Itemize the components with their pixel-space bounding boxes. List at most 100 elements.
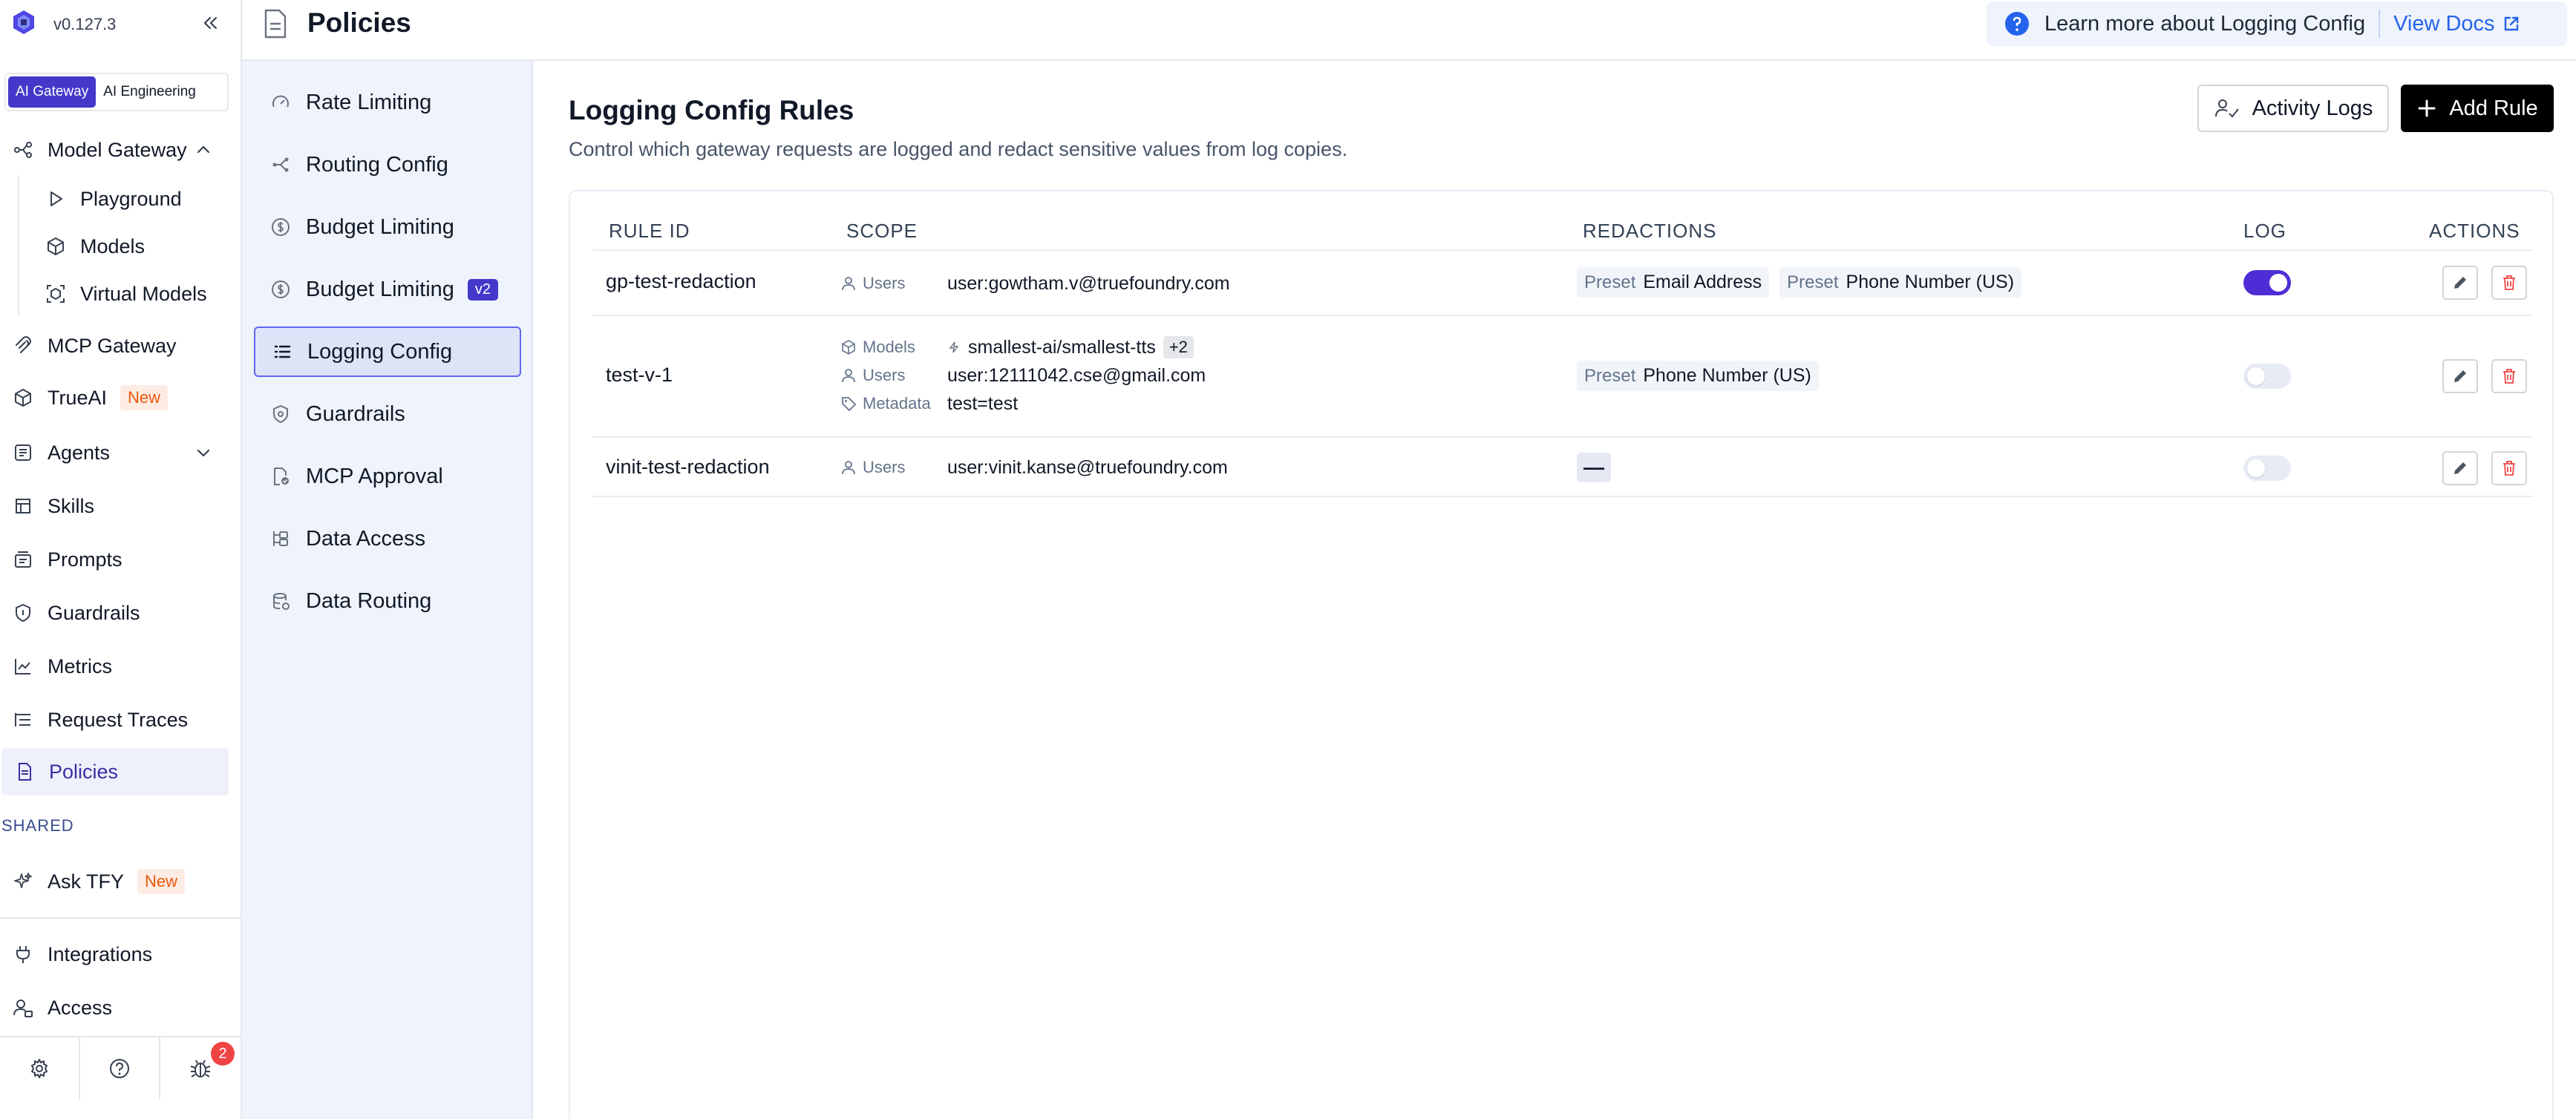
plus-icon (2418, 99, 2436, 117)
log-toggle[interactable] (2243, 364, 2291, 389)
sidebar-item-agents[interactable]: Agents (0, 429, 230, 476)
sidebar-item-ask-tfy[interactable]: Ask TFY New (0, 858, 230, 905)
log-toggle[interactable] (2243, 456, 2291, 481)
sidebar-item-policies[interactable]: Policies (1, 748, 229, 795)
collapse-sidebar-icon[interactable] (199, 12, 221, 34)
help-banner: Learn more about Logging Config View Doc… (1987, 1, 2567, 46)
delete-rule-button[interactable] (2491, 451, 2527, 485)
speedometer-icon (272, 95, 289, 108)
section-title: Logging Config Rules (569, 95, 854, 125)
subnav-item-mcp-approval[interactable]: MCP Approval (254, 451, 521, 502)
traces-icon (15, 713, 30, 726)
more-models-badge[interactable]: +2 (1163, 336, 1194, 358)
add-rule-button[interactable]: Add Rule (2401, 85, 2554, 132)
scope-value: smallest-ai/smallest-tts +2 (947, 336, 1194, 358)
segment-ai-engineering[interactable]: AI Engineering (96, 76, 203, 108)
view-docs-link[interactable]: View Docs (2393, 12, 2521, 36)
help-button[interactable] (80, 1037, 160, 1100)
file-check-icon (274, 467, 289, 485)
sidebar-item-label: Model Gateway (48, 138, 187, 161)
shield-icon (16, 603, 30, 623)
subnav-item-label: Data Routing (306, 588, 432, 613)
chevron-down-icon[interactable] (193, 442, 214, 463)
data-access-icon (273, 531, 288, 546)
sidebar-item-label: TrueAI (48, 386, 108, 409)
table-row[interactable]: test-v-1 Models smallest-ai/smallest-tts… (592, 315, 2533, 436)
sidebar-item-playground[interactable]: Playground (33, 175, 230, 223)
redaction-value: Phone Number (US) (1643, 365, 1811, 386)
subnav-item-label: Routing Config (306, 152, 448, 177)
sidebar-item-label: Guardrails (48, 601, 140, 624)
sidebar-item-label: Virtual Models (80, 282, 207, 305)
activity-logs-button[interactable]: Activity Logs (2197, 85, 2389, 132)
subnav-item-budget-limiting[interactable]: Budget Limiting (254, 202, 521, 252)
scope-key: Users (840, 366, 947, 385)
scope-key-label: Users (863, 458, 906, 476)
top-header: Policies Learn more about Logging Config… (242, 0, 2576, 61)
subnav-item-data-access[interactable]: Data Access (254, 513, 521, 564)
sidebar-item-guardrails[interactable]: Guardrails (0, 589, 230, 637)
view-docs-label: View Docs (2393, 11, 2495, 36)
subnav-item-label: Budget Limiting (306, 214, 454, 239)
subnav-item-routing-config[interactable]: Routing Config (254, 140, 521, 190)
dollar-circle-icon (272, 280, 290, 298)
scope-key: Metadata (840, 394, 947, 413)
subnav-item-rate-limiting[interactable]: Rate Limiting (254, 77, 521, 128)
sidebar-item-trueai[interactable]: TrueAI New (0, 374, 230, 421)
redactions-cell: Preset Phone Number (US) (1577, 361, 1829, 391)
sidebar-item-access[interactable]: Access (0, 984, 230, 1031)
rule-id-cell: gp-test-redaction (606, 270, 756, 292)
subnav-item-label: Guardrails (306, 401, 405, 426)
delete-rule-button[interactable] (2491, 266, 2527, 300)
subnav-item-budget-limiting-v2[interactable]: Budget Limiting v2 (254, 264, 521, 315)
sidebar-item-label: Prompts (48, 548, 122, 571)
segment-ai-gateway[interactable]: AI Gateway (8, 76, 97, 108)
column-header-scope: SCOPE (846, 220, 918, 242)
user-icon (842, 369, 855, 383)
report-bug-button[interactable]: 2 (160, 1037, 241, 1100)
sidebar-item-request-traces[interactable]: Request Traces (0, 696, 230, 744)
subnav-item-guardrails[interactable]: Guardrails (254, 389, 521, 439)
scope-key: Models (840, 338, 947, 357)
edit-rule-button[interactable] (2442, 266, 2478, 300)
sidebar-item-mcp-gateway[interactable]: MCP Gateway (0, 322, 230, 370)
truefoundry-logo[interactable] (10, 9, 37, 36)
sidebar-item-skills[interactable]: Skills (0, 482, 230, 530)
scope-value: user:12111042.cse@gmail.com (947, 364, 1206, 386)
sidebar-item-model-gateway[interactable]: Model Gateway (0, 126, 230, 174)
nav-tree-line (18, 175, 19, 316)
gear-icon (31, 1059, 48, 1078)
sidebar-item-metrics[interactable]: Metrics (0, 643, 230, 690)
sidebar-item-label: Playground (80, 187, 182, 210)
sidebar-item-label: MCP Gateway (48, 334, 177, 357)
scope-value: user:vinit.kanse@truefoundry.com (947, 456, 1228, 478)
sidebar-item-label: Skills (48, 494, 95, 517)
sidebar-item-virtual-models[interactable]: Virtual Models (33, 270, 230, 318)
sidebar-item-label: Request Traces (48, 708, 189, 731)
edit-rule-button[interactable] (2442, 451, 2478, 485)
toggle-knob (2247, 459, 2265, 477)
log-toggle[interactable] (2243, 270, 2291, 295)
redaction-value: Phone Number (US) (1846, 272, 2015, 292)
policies-subnav: Rate Limiting Routing Config Budget Limi… (242, 61, 533, 1119)
edit-rule-button[interactable] (2442, 359, 2478, 393)
document-icon (19, 763, 31, 781)
sidebar-divider (0, 917, 241, 919)
sidebar-header: v0.127.3 (0, 0, 241, 47)
subnav-item-data-routing[interactable]: Data Routing (254, 576, 521, 626)
settings-button[interactable] (0, 1037, 80, 1100)
redaction-type: Preset (1787, 272, 1839, 292)
pencil-icon (2454, 462, 2466, 474)
sidebar-item-models[interactable]: Models (33, 223, 230, 270)
cube-icon (842, 340, 855, 355)
table-row[interactable]: vinit-test-redaction Users user:vinit.ka… (592, 436, 2533, 497)
question-circle-icon (110, 1059, 129, 1078)
sidebar-item-integrations[interactable]: Integrations (0, 931, 230, 978)
document-icon (264, 9, 287, 39)
sidebar-item-prompts[interactable]: Prompts (0, 536, 230, 583)
plug-icon (16, 946, 30, 963)
chevron-up-icon[interactable] (193, 140, 214, 160)
subnav-item-logging-config[interactable]: Logging Config (254, 326, 521, 377)
delete-rule-button[interactable] (2491, 359, 2527, 393)
table-row[interactable]: gp-test-redaction Users user:gowtham.v@t… (592, 249, 2533, 315)
